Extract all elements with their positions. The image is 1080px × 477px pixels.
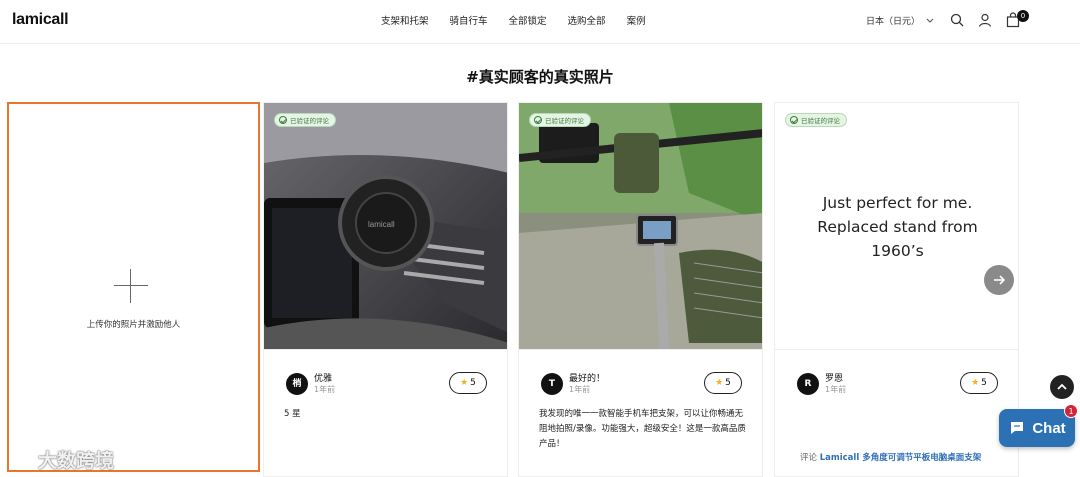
chevron-down-icon (926, 18, 934, 23)
nav-item-shop-all[interactable]: 选购全部 (568, 13, 606, 27)
reviewer-name: 优雅 (314, 374, 333, 384)
avatar: R (797, 373, 819, 395)
rating-badge: ★ 5 (960, 372, 998, 394)
rating-value: 5 (725, 378, 731, 388)
reviewed-product-prefix: 评论 (800, 453, 818, 463)
verified-badge: 已验证的评论 (529, 113, 591, 127)
locale-label: 日本（日元） (866, 17, 921, 27)
chat-unread-badge: 1 (1064, 404, 1078, 418)
site-header: lamicall 支架和托架 骑自行车 全部锁定 选购全部 案例 日本（日元） … (0, 0, 1080, 44)
cart-count-badge: 0 (1017, 10, 1029, 22)
review-card[interactable]: lamicall 已验证的评论 梢 优雅 1年前 ★ 5 5 星 (263, 102, 508, 477)
check-icon (790, 116, 798, 124)
review-time: 1年前 (569, 385, 591, 394)
review-photo-car-mount[interactable]: lamicall 已验证的评论 (264, 103, 507, 349)
reviewer-name: 罗恩 (825, 374, 844, 384)
scroll-to-top-button[interactable] (1050, 375, 1074, 399)
account-icon[interactable] (977, 12, 993, 28)
star-icon: ★ (715, 378, 724, 388)
verified-label: 已验证的评论 (545, 117, 584, 125)
review-quote: Just perfect for me. Replaced stand from… (817, 194, 978, 260)
reviewed-product-link[interactable]: Lamicall 多角度可调节平板电脑桌面支架 (820, 453, 982, 463)
bike-handlebar-photo (519, 103, 762, 349)
nav-item-stands[interactable]: 支架和托架 (381, 13, 429, 27)
verified-badge: 已验证的评论 (274, 113, 336, 127)
reviewed-product: 评论 Lamicall 多角度可调节平板电脑桌面支架 (800, 451, 1018, 463)
chevron-up-icon (1057, 383, 1067, 390)
verified-label: 已验证的评论 (290, 117, 329, 125)
nav-item-lock-all[interactable]: 全部锁定 (509, 13, 547, 27)
review-photo-bike-mount[interactable]: 已验证的评论 (519, 103, 762, 349)
rating-badge: ★ 5 (449, 372, 487, 394)
chat-button[interactable]: Chat (999, 409, 1075, 447)
brand-logo[interactable]: lamicall (12, 11, 69, 29)
watermark: 大数跨境 (12, 446, 114, 473)
avatar: 梢 (286, 373, 308, 395)
card-divider (519, 349, 762, 350)
main-nav: 支架和托架 骑自行车 全部锁定 选购全部 案例 (381, 13, 646, 27)
rating-value: 5 (470, 378, 476, 388)
watermark-text: 大数跨境 (38, 450, 115, 472)
reviewer-name: 最好的！ (569, 374, 606, 384)
chat-bubble-icon (1011, 422, 1024, 434)
rating-value: 5 (981, 378, 987, 388)
review-time: 1年前 (314, 385, 336, 394)
nav-item-cycling[interactable]: 骑自行车 (450, 13, 488, 27)
plus-icon (114, 269, 148, 303)
verified-badge: 已验证的评论 (785, 113, 847, 127)
star-icon: ★ (971, 378, 980, 388)
watermark-logo-icon (12, 451, 33, 467)
review-card[interactable]: 已验证的评论 T 最好的！ 1年前 ★ 5 我发现的唯一一款智能手机车把支架，可… (518, 102, 763, 477)
chat-label: Chat (1032, 419, 1066, 437)
star-icon: ★ (460, 378, 469, 388)
review-body: 我发现的唯一一款智能手机车把支架，可以让你畅通无阻地拍照/录像。功能强大，超级安… (539, 409, 746, 449)
rating-badge: ★ 5 (704, 372, 742, 394)
search-icon[interactable] (949, 12, 965, 28)
review-body: 5 星 (284, 409, 301, 419)
locale-selector[interactable]: 日本（日元） (866, 14, 934, 27)
check-icon (279, 116, 287, 124)
upload-prompt: 上传你的照片并激励他人 (86, 320, 181, 330)
avatar: T (541, 373, 563, 395)
upload-photo-card[interactable]: 上传你的照片并激励他人 (7, 102, 260, 472)
card-divider (775, 349, 1018, 350)
card-divider (264, 349, 507, 350)
review-card[interactable]: 已验证的评论 Just perfect for me. Replaced sta… (774, 102, 1019, 477)
review-time: 1年前 (825, 385, 847, 394)
nav-item-cases[interactable]: 案例 (627, 13, 646, 27)
check-icon (534, 116, 542, 124)
arrow-right-icon (994, 275, 1006, 285)
car-dashboard-photo: lamicall (264, 103, 507, 349)
verified-label: 已验证的评论 (801, 117, 840, 125)
section-title: #真实顾客的真实照片 (466, 68, 614, 86)
svg-text:lamicall: lamicall (368, 220, 395, 229)
next-arrow-button[interactable] (984, 265, 1014, 295)
